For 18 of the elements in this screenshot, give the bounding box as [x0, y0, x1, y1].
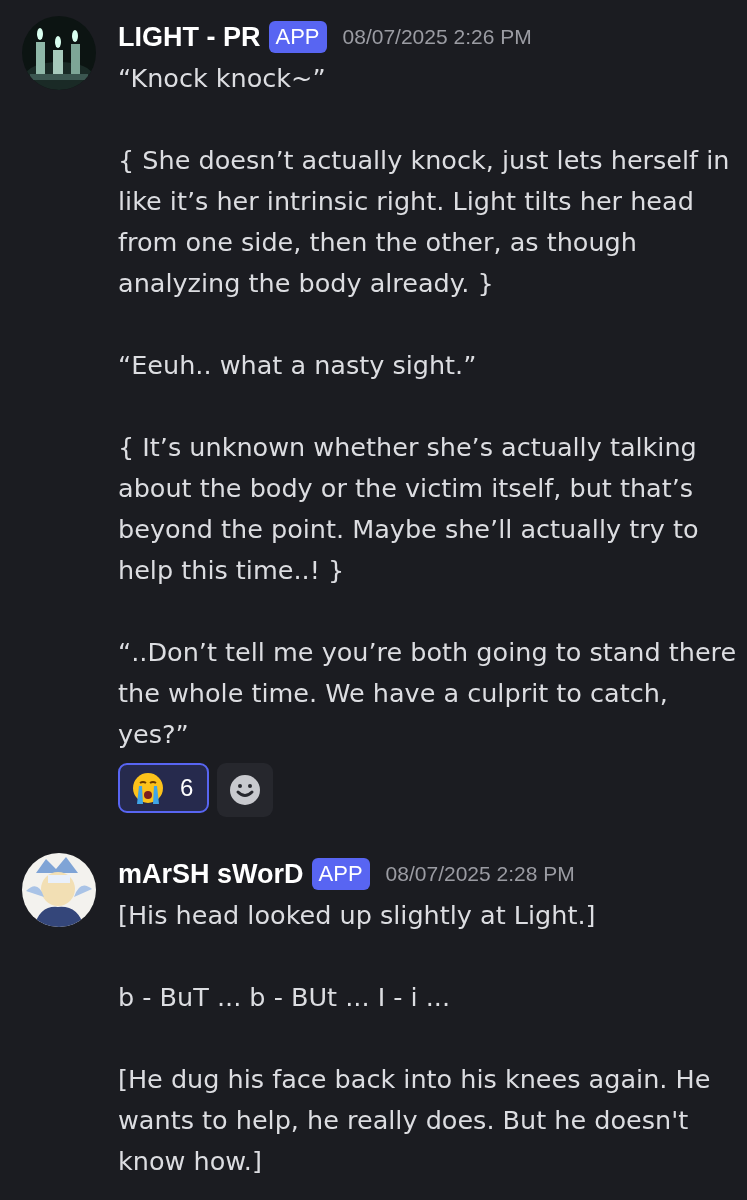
- crying-face-icon: [130, 770, 166, 806]
- timestamp: 08/07/2025 2:28 PM: [385, 862, 575, 886]
- author-name[interactable]: mArSH sWorD: [118, 858, 304, 890]
- message-text: { It’s unknown whether she’s actually talking about the body or the victim itself, but that’s beyond the point. Maybe she’ll actually try to help this time..! }: [118, 431, 700, 587]
- app-tag: APP: [311, 858, 370, 890]
- author-name[interactable]: LIGHT - PR: [118, 21, 261, 53]
- message-text: [His head looked up slightly at Light.]: [118, 899, 597, 932]
- message-text: “Knock knock~”: [118, 62, 327, 95]
- app-tag: APP: [268, 21, 327, 53]
- smiley-icon: [228, 773, 263, 807]
- add-reaction-button[interactable]: [217, 763, 274, 817]
- message-text: b - BuT ... b - BUt ... I - i ...: [118, 981, 452, 1014]
- message-text: “..Don’t tell me you’re both going to stand there the whole time. We have a culprit to catch, yes?”: [118, 636, 738, 751]
- message-text: { She doesn’t actually knock, just lets herself in like it’s her intrinsic right. Light tilts her head from one side, then the other, as though analyzing the body already. }: [118, 144, 731, 300]
- message-text: “Eeuh.. what a nasty sight.”: [118, 349, 478, 382]
- message-text: [He dug his face back into his knees again. He wants to help, he really does. But he doesn't know how.]: [118, 1063, 712, 1178]
- timestamp: 08/07/2025 2:26 PM: [342, 25, 532, 49]
- reaction-button[interactable]: 6: [118, 763, 210, 813]
